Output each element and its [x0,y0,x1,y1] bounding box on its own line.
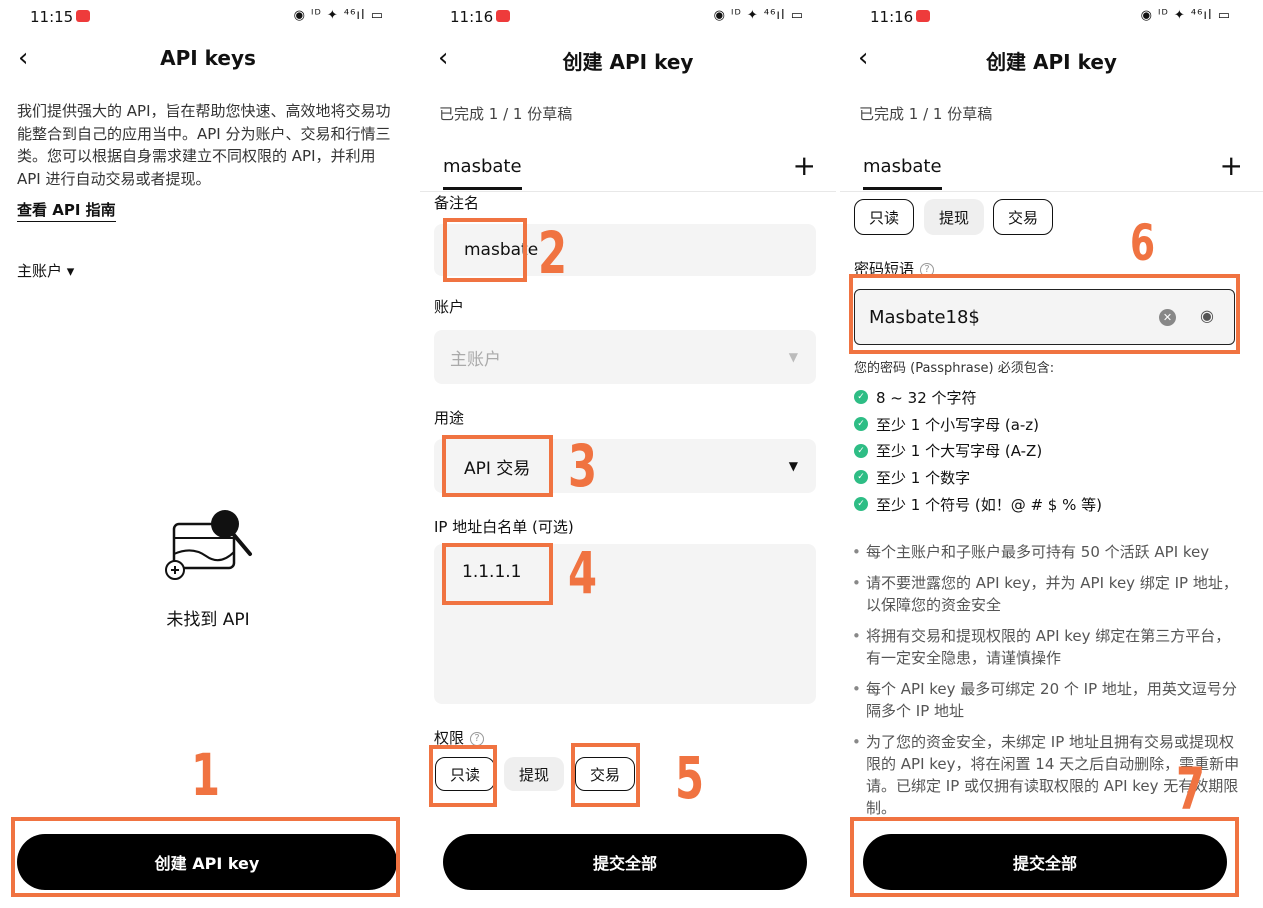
nav-bar: ‹ 创建 API key [840,40,1263,80]
tab-masbate[interactable]: masbate [863,156,942,190]
status-time: 11:15 [30,8,74,26]
step-number-3: 3 [568,432,598,500]
notification-badge-icon [916,10,930,22]
step-number-4: 4 [568,539,598,607]
check-icon: ✓ [854,443,868,458]
step-number-2: 2 [538,219,568,287]
draft-progress: 已完成 1 / 1 份草稿 [439,105,573,123]
highlight-box-5a [429,745,497,807]
check-icon: ✓ [854,497,868,512]
passphrase-requirements: ✓ 8 ~ 32 个字符 ✓ 至少 1 个小写字母 (a-z) ✓ 至少 1 个大写字… [854,384,1102,517]
check-icon: ✓ [854,417,868,432]
perm-withdraw-toggle[interactable]: 提现 [504,757,564,791]
requirement-item: ✓ 至少 1 个小写字母 (a-z) [854,411,1102,438]
ip-whitelist-label: IP 地址白名单 (可选) [434,518,574,536]
highlight-box-3 [442,435,553,497]
remark-label: 备注名 [434,194,480,212]
screen-create-api-key-passphrase: 11:16 ◉ ᴵᴰ ✦ ⁴⁶ıl ▭ ‹ 创建 API key 已完成 1 /… [840,0,1263,908]
note-item: 每个主账户和子账户最多可持有 50 个活跃 API key [852,541,1242,563]
intro-text: 我们提供强大的 API，旨在帮助您快速、高效地将交易功能整合到自己的应用当中。A… [17,102,391,188]
step-number-6: 6 [1130,214,1156,272]
note-item: 每个 API key 最多可绑定 20 个 IP 地址，用英文逗号分隔多个 IP… [852,678,1242,722]
perm-withdraw-toggle[interactable]: 提现 [924,199,984,235]
status-icons: ◉ ᴵᴰ ✦ ⁴⁶ıl ▭ [1140,8,1231,23]
add-draft-icon[interactable]: + [793,148,816,184]
chevron-down-icon: ▼ [788,350,798,364]
status-bar: 11:16 ◉ ᴵᴰ ✦ ⁴⁶ıl ▭ [420,6,836,28]
step-number-1: 1 [191,741,221,809]
highlight-box-2 [443,218,527,282]
screen-api-keys: 11:15 ◉ ᴵᴰ ✦ ⁴⁶ıl ▭ ‹ API keys 我们提供强大的 A… [0,0,416,908]
highlight-box-6 [849,274,1240,354]
requirement-item: ✓ 至少 1 个大写字母 (A-Z) [854,437,1102,464]
submit-all-button[interactable]: 提交全部 [443,834,807,890]
account-selector[interactable]: 主账户 ▾ [17,260,74,281]
add-draft-icon[interactable]: + [1220,148,1243,184]
note-item: 将拥有交易和提现权限的 API key 绑定在第三方平台，有一定安全隐患，请谨慎… [852,625,1242,669]
check-icon: ✓ [854,470,868,485]
page-title: 创建 API key [986,50,1117,74]
account-label: 账户 [434,298,465,316]
perm-trade-toggle[interactable]: 交易 [993,199,1053,235]
status-time: 11:16 [450,8,494,26]
chevron-down-icon: ▼ [788,459,798,473]
divider [420,191,836,192]
empty-state-icon [165,510,252,580]
status-icons: ◉ ᴵᴰ ✦ ⁴⁶ıl ▭ [713,8,804,23]
highlight-box-5b [571,743,640,807]
step-number-5: 5 [675,744,705,812]
status-time: 11:16 [870,8,914,26]
tab-masbate[interactable]: masbate [443,156,522,190]
divider [840,191,1263,192]
account-value: 主账户 [450,349,501,370]
requirement-item: ✓ 至少 1 个符号 (如！@ # $ % 等) [854,491,1102,518]
highlight-box-1 [11,817,400,897]
passphrase-requirements-title: 您的密码 (Passphrase) 必须包含: [854,361,1055,376]
status-bar: 11:15 ◉ ᴵᴰ ✦ ⁴⁶ıl ▭ [0,6,416,28]
status-icons: ◉ ᴵᴰ ✦ ⁴⁶ıl ▭ [293,8,384,23]
account-select: 主账户 ▼ [434,330,816,384]
notification-badge-icon [496,10,510,22]
note-item: 请不要泄露您的 API key，并为 API key 绑定 IP 地址，以保障您… [852,572,1242,616]
api-guide-link[interactable]: 查看 API 指南 [17,199,116,222]
nav-bar: ‹ 创建 API key [420,40,836,80]
perm-readonly-toggle[interactable]: 只读 [854,199,914,235]
requirement-item: ✓ 8 ~ 32 个字符 [854,384,1102,411]
page-title: 创建 API key [562,50,694,74]
requirement-item: ✓ 至少 1 个数字 [854,464,1102,491]
highlight-box-4 [442,543,553,605]
purpose-label: 用途 [434,409,465,427]
step-number-7: 7 [1176,755,1206,823]
draft-progress: 已完成 1 / 1 份草稿 [859,105,993,123]
highlight-box-7 [850,817,1239,897]
check-icon: ✓ [854,390,868,405]
page-title: API keys [160,46,256,70]
nav-bar: ‹ API keys [0,40,416,80]
screen-create-api-key: 11:16 ◉ ᴵᴰ ✦ ⁴⁶ıl ▭ ‹ 创建 API key 已完成 1 /… [420,0,836,908]
help-icon[interactable]: ? [470,731,485,746]
status-bar: 11:16 ◉ ᴵᴰ ✦ ⁴⁶ıl ▭ [840,6,1263,28]
empty-state-text: 未找到 API [166,610,250,630]
notification-badge-icon [76,10,90,22]
